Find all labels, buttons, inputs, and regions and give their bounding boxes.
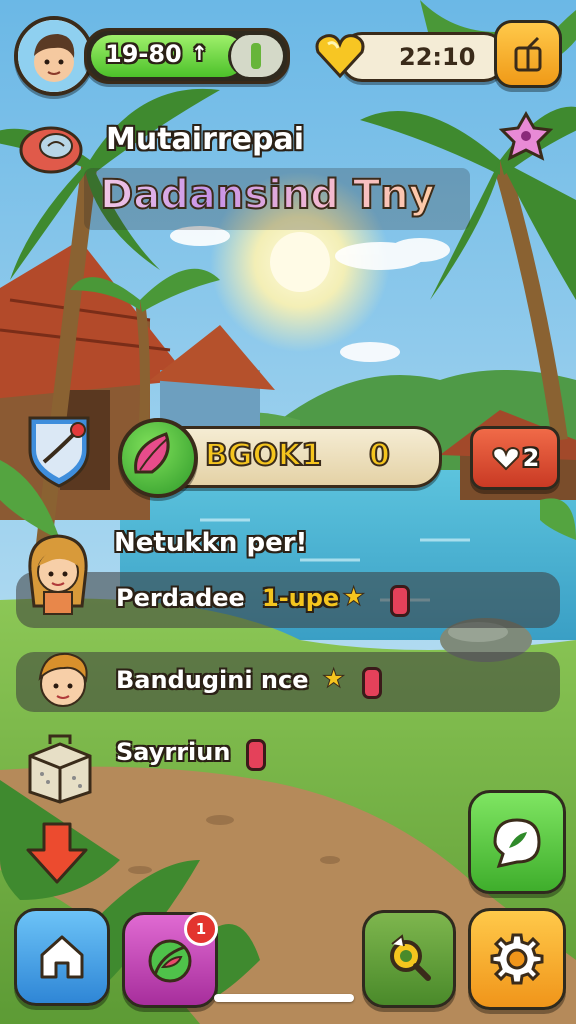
chat-button[interactable] (468, 790, 566, 894)
chat-bubble-icon (493, 818, 541, 869)
page-title: Dadansind Tny (99, 171, 436, 219)
mission-label: Sayrriun (116, 738, 231, 766)
boy-face-icon (38, 652, 88, 707)
energy-bar-end (251, 43, 261, 69)
shield-button[interactable] (24, 410, 94, 490)
box-icon (28, 734, 92, 804)
alert-badge (246, 739, 266, 771)
mission-box (22, 730, 98, 806)
mission-avatar-1 (22, 526, 94, 616)
mission-highlight: 1-upe (262, 584, 340, 612)
alert-badge (362, 667, 382, 699)
book-badge-button[interactable]: 2 (470, 426, 560, 490)
gold-heart-icon (315, 34, 365, 79)
mission-label: Perdadee (116, 584, 245, 612)
leaf-icon (134, 432, 170, 474)
profile-avatar[interactable] (14, 16, 94, 96)
boy-face-icon (18, 20, 90, 92)
book-label: BGOK1 (204, 437, 323, 474)
gift-box-icon (514, 36, 542, 72)
star-icon: ★ (341, 582, 366, 613)
home-icon (40, 935, 84, 979)
heart-badge-icon (491, 446, 520, 471)
gear-icon (490, 933, 544, 985)
home-button[interactable] (14, 908, 110, 1006)
header-subtitle: Mutairrepai (106, 122, 305, 157)
alert-badge (390, 585, 410, 617)
book-count: 0 (368, 437, 391, 474)
leaf-button[interactable] (118, 418, 198, 498)
flower-icon[interactable] (496, 108, 556, 168)
energy-value: 19-80 (105, 40, 182, 68)
settings-button[interactable] (468, 908, 566, 1010)
mission-label: Bandugini nce (116, 666, 309, 694)
gold-value: 22:10 (399, 43, 476, 71)
down-arrow-icon (26, 822, 88, 884)
map-badge-value: 1 (195, 920, 207, 938)
search-icon (390, 934, 431, 981)
mission-avatar-2 (30, 644, 96, 714)
missions-heading: Netukkn per! (114, 528, 308, 558)
mission-row-1[interactable]: Perdadee 1-upe ★ (16, 572, 560, 628)
book-badge-value: 2 (522, 444, 540, 472)
energy-unit: ↑ (191, 41, 208, 65)
shield-icon (28, 416, 90, 488)
map-badge: 1 (184, 912, 218, 946)
star-icon: ★ (321, 664, 346, 695)
girl-face-icon (28, 534, 88, 615)
scroll-down-button[interactable] (22, 818, 92, 888)
gift-button[interactable] (494, 20, 562, 88)
shell-icon[interactable] (18, 118, 84, 178)
mission-row-2[interactable]: Bandugini nce ★ (16, 652, 560, 712)
game-scene: 19-80 ↑ 22:10 Mutairrepai Dadansind Tny (0, 0, 576, 1024)
search-button[interactable] (362, 910, 456, 1008)
home-indicator (214, 994, 354, 1002)
energy-bar: 19-80 ↑ (84, 28, 290, 84)
